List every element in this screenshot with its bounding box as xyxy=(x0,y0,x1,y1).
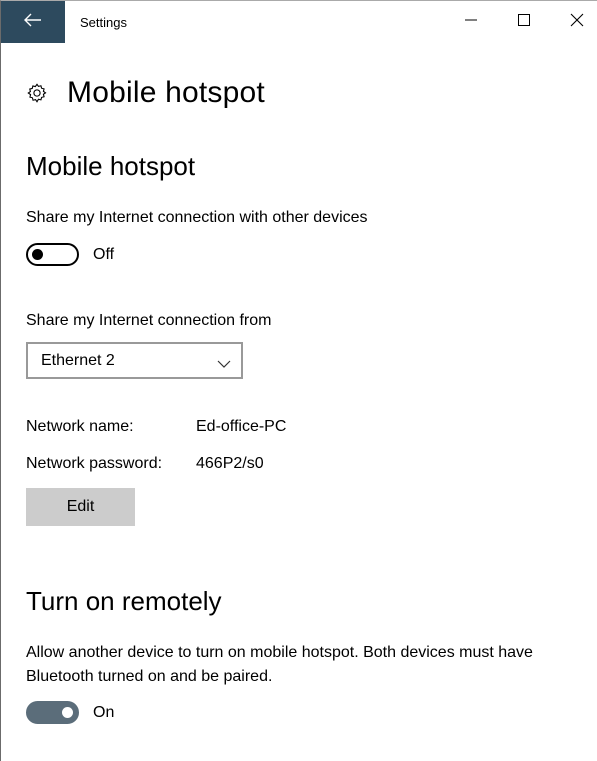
section-title-mobile-hotspot: Mobile hotspot xyxy=(26,151,196,181)
share-connection-toggle[interactable] xyxy=(26,243,79,266)
remote-description: Allow another device to turn on mobile h… xyxy=(26,644,533,685)
toggle-knob xyxy=(32,249,43,260)
close-button[interactable] xyxy=(554,1,597,43)
section-title-turn-on-remotely: Turn on remotely xyxy=(26,586,222,616)
arrow-left-icon xyxy=(24,13,42,32)
maximize-button[interactable] xyxy=(501,1,547,43)
share-from-dropdown[interactable]: Ethernet 2 xyxy=(26,342,243,379)
network-password-value: 466P2/s0 xyxy=(196,455,264,472)
back-button[interactable] xyxy=(1,1,65,43)
toggle-knob xyxy=(62,707,73,718)
gear-icon xyxy=(26,82,48,104)
chevron-down-icon xyxy=(217,356,231,368)
network-name-value: Ed-office-PC xyxy=(196,418,287,435)
share-connection-label: Share my Internet connection with other … xyxy=(26,209,368,226)
share-from-label: Share my Internet connection from xyxy=(26,312,272,329)
minimize-icon xyxy=(464,13,478,32)
maximize-icon xyxy=(517,13,531,32)
page-title: Mobile hotspot xyxy=(67,76,265,109)
title-bar: Settings xyxy=(1,1,597,43)
settings-window: Settings Mobile hotspot Mobile hotspot S… xyxy=(0,0,597,761)
share-from-selected: Ethernet 2 xyxy=(41,352,115,369)
edit-button[interactable]: Edit xyxy=(26,488,135,526)
remote-toggle-state: On xyxy=(93,704,115,721)
minimize-button[interactable] xyxy=(448,1,494,43)
remote-toggle[interactable] xyxy=(26,701,79,724)
network-password-label: Network password: xyxy=(26,455,163,472)
page-header: Mobile hotspot xyxy=(26,73,265,113)
network-name-label: Network name: xyxy=(26,418,134,435)
share-connection-toggle-state: Off xyxy=(93,246,115,263)
window-title: Settings xyxy=(80,15,127,30)
close-icon xyxy=(570,13,584,32)
